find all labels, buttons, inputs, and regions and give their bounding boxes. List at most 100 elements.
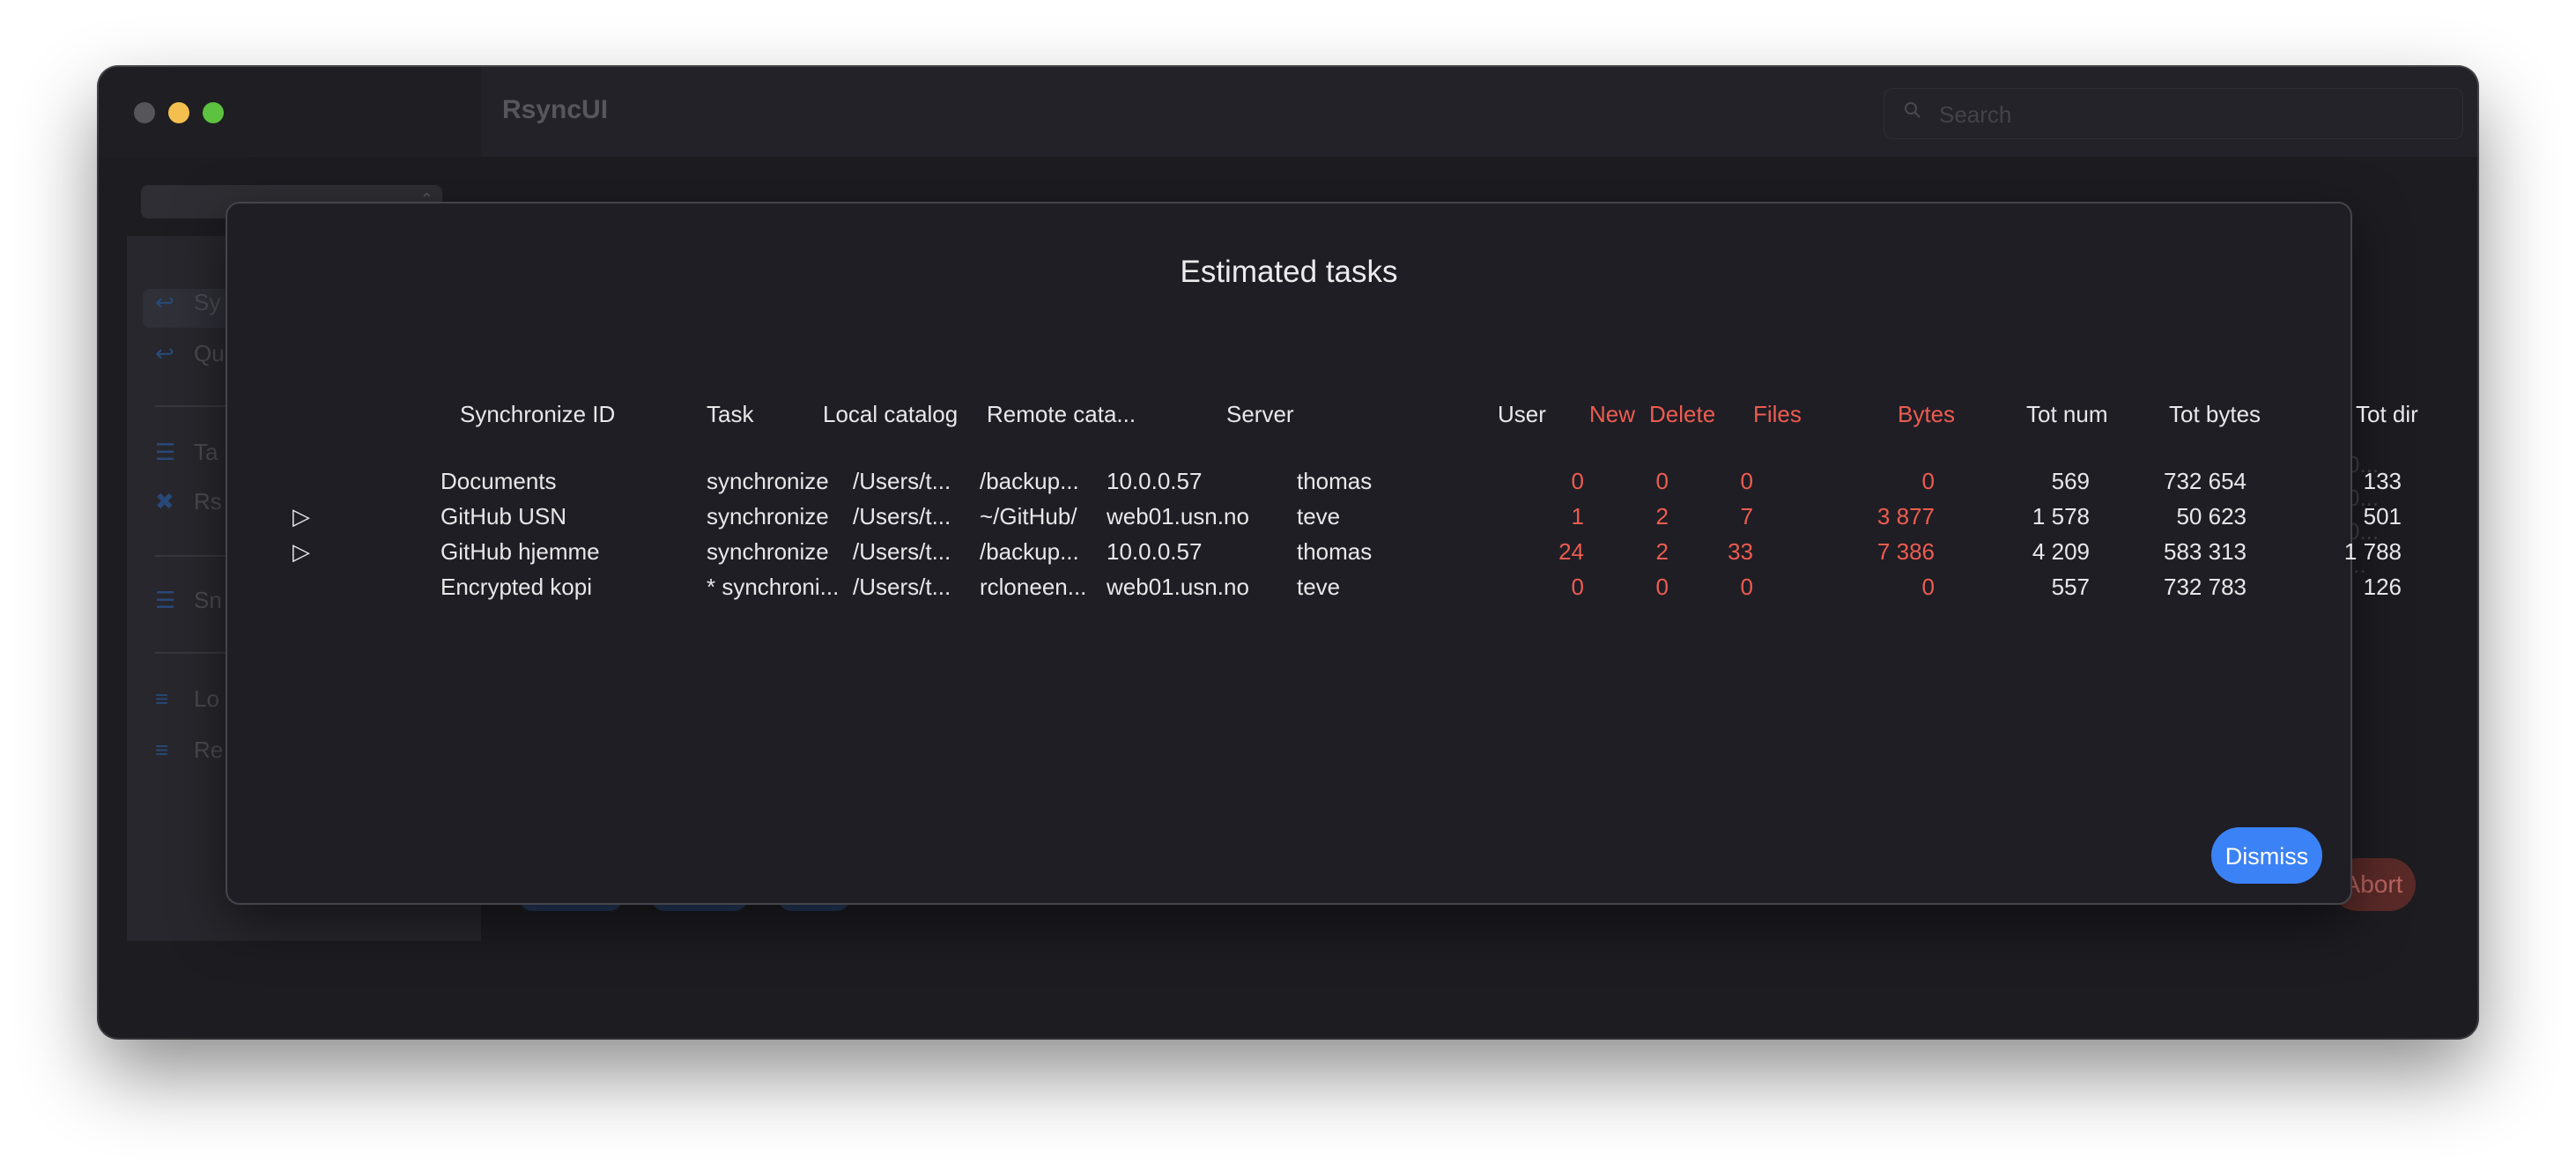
cell-synchronize-id: GitHub hjemme <box>440 538 600 565</box>
cell-local-catalog: /Users/t... <box>853 503 951 529</box>
column-header-task[interactable]: Task <box>707 401 753 428</box>
sidebar-title-area <box>99 67 481 157</box>
cell-remote-catalog: /backup... <box>980 538 1079 565</box>
cell-user: thomas <box>1297 468 1373 494</box>
app-title: RsyncUI <box>502 95 609 124</box>
dismiss-button[interactable]: Dismiss <box>2211 827 2322 884</box>
cell-tot-bytes: 732 654 <box>2164 468 2247 494</box>
title-bar: RsyncUI Search <box>99 67 2477 157</box>
disclosure-triangle-icon[interactable]: ▷ <box>292 503 310 530</box>
sidebar-item-label: Rs <box>194 488 222 515</box>
cell-synchronize-id: GitHub USN <box>440 503 567 529</box>
sidebar-item-label: Lo <box>194 685 219 712</box>
cell-new: 24 <box>1558 538 1584 565</box>
sidebar-item-snapshots[interactable]: ☰ Sn <box>155 587 222 626</box>
cell-delete: 0 <box>1655 574 1669 600</box>
cell-server: web01.usn.no <box>1107 574 1249 600</box>
cell-files: 7 <box>1740 503 1753 529</box>
synchronize-icon: ↩ <box>155 289 174 315</box>
zoom-window-button[interactable] <box>203 102 224 123</box>
cell-tot-bytes: 50 623 <box>2176 503 2247 529</box>
column-header-remote-catalog[interactable]: Remote cata... <box>987 401 1136 428</box>
cell-tot-dir: 126 <box>2363 574 2402 600</box>
cell-remote-catalog: ~/GitHub/ <box>980 503 1077 529</box>
cell-local-catalog: /Users/t... <box>853 538 951 565</box>
column-header-local-catalog[interactable]: Local catalog <box>823 401 958 428</box>
cell-task: * synchroni... <box>707 574 840 600</box>
search-placeholder: Search <box>1939 101 2012 128</box>
minimize-window-button[interactable] <box>168 102 189 123</box>
cell-local-catalog: /Users/t... <box>853 574 951 600</box>
cell-files: 0 <box>1740 574 1753 600</box>
cell-delete: 2 <box>1655 538 1669 565</box>
close-window-button[interactable] <box>134 102 155 123</box>
disclosure-triangle-icon[interactable]: ▷ <box>292 538 310 566</box>
estimated-tasks-sheet: Estimated tasks Synchronize ID Task Loca… <box>226 202 2418 905</box>
cell-bytes: 7 386 <box>1876 538 1935 565</box>
cell-delete: 2 <box>1655 503 1669 529</box>
column-header-files[interactable]: Files <box>1753 401 1802 428</box>
sidebar-item-label: Sy <box>194 289 221 315</box>
cell-new: 0 <box>1571 468 1584 494</box>
cell-task: synchronize <box>707 468 829 494</box>
column-header-new[interactable]: New <box>1589 401 1635 428</box>
cell-task: synchronize <box>707 538 829 565</box>
tasks-icon: ☰ <box>155 439 176 465</box>
cell-tot-dir: 133 <box>2363 468 2402 494</box>
cell-tot-bytes: 732 783 <box>2164 574 2247 600</box>
cell-server: 10.0.0.57 <box>1107 538 1203 565</box>
cell-bytes: 3 877 <box>1876 503 1935 529</box>
quick-task-icon: ↩ <box>155 340 174 367</box>
sidebar-item-restore[interactable]: ≡ Re <box>155 737 223 775</box>
cell-remote-catalog: rcloneen... <box>980 574 1087 600</box>
column-header-server[interactable]: Server <box>1226 401 1294 428</box>
cell-task: synchronize <box>707 503 829 529</box>
sidebar-item-quick-task[interactable]: ↩ Qu <box>155 340 225 379</box>
sidebar-item-label: Re <box>194 737 224 763</box>
column-header-tot-dir-label: Tot dir <box>2356 401 2418 427</box>
snapshots-icon: ☰ <box>155 587 176 613</box>
cell-bytes: 0 <box>1921 574 1935 600</box>
cell-server: web01.usn.no <box>1107 503 1249 529</box>
column-header-synchronize-id[interactable]: Synchronize ID <box>460 401 615 428</box>
cell-user: teve <box>1297 574 1341 600</box>
search-field[interactable]: Search <box>1884 88 2463 139</box>
cell-synchronize-id: Documents <box>440 468 557 494</box>
sidebar-item-label: Ta <box>194 439 218 465</box>
column-header-delete[interactable]: Delete <box>1649 401 1715 428</box>
cell-tot-num: 1 578 <box>2032 503 2090 529</box>
sidebar-item-label: Sn <box>194 587 222 613</box>
log-listings-icon: ≡ <box>155 685 169 712</box>
sidebar-item-tasks[interactable]: ☰ Ta <box>155 439 218 478</box>
sheet-title: Estimated tasks <box>1180 255 1398 289</box>
cell-tot-bytes: 583 313 <box>2164 538 2247 565</box>
cell-remote-catalog: /backup... <box>980 468 1079 494</box>
cell-bytes: 0 <box>1921 468 1935 494</box>
cell-local-catalog: /Users/t... <box>853 468 951 494</box>
column-header-tot-num[interactable]: Tot num <box>2026 401 2108 428</box>
cell-new: 0 <box>1571 574 1584 600</box>
cell-server: 10.0.0.57 <box>1107 468 1203 494</box>
rsync-parameters-icon: ✖ <box>155 488 174 515</box>
restore-icon: ≡ <box>155 737 169 763</box>
cell-synchronize-id: Encrypted kopi <box>440 574 592 600</box>
cell-tot-num: 569 <box>2051 468 2090 494</box>
cell-tot-num: 4 209 <box>2032 538 2090 565</box>
cell-tot-dir: 1 788 <box>2343 538 2402 565</box>
cell-delete: 0 <box>1655 468 1669 494</box>
cell-files: 0 <box>1740 468 1753 494</box>
cell-tot-num: 557 <box>2051 574 2090 600</box>
sidebar-item-rsync-parameters[interactable]: ✖ Rs <box>155 488 222 527</box>
column-header-bytes[interactable]: Bytes <box>1898 401 1955 428</box>
search-icon <box>1905 102 1921 118</box>
sidebar-item-log-listings[interactable]: ≡ Lo <box>155 685 219 724</box>
cell-files: 33 <box>1728 538 1753 565</box>
column-header-tot-bytes[interactable]: Tot bytes <box>2169 401 2261 428</box>
app-window: RsyncUI Search ⌃ ↩ Sy ↩ Qu ☰ Ta ✖ Rs ☰ Sn ≡ Lo… <box>99 67 2477 1038</box>
column-header-user[interactable]: User <box>1498 401 1546 428</box>
sidebar-item-label: Qu <box>194 340 225 367</box>
cell-new: 1 <box>1571 503 1584 529</box>
cell-tot-dir: 501 <box>2363 503 2402 529</box>
cell-user: teve <box>1297 503 1341 529</box>
cell-user: thomas <box>1297 538 1373 565</box>
